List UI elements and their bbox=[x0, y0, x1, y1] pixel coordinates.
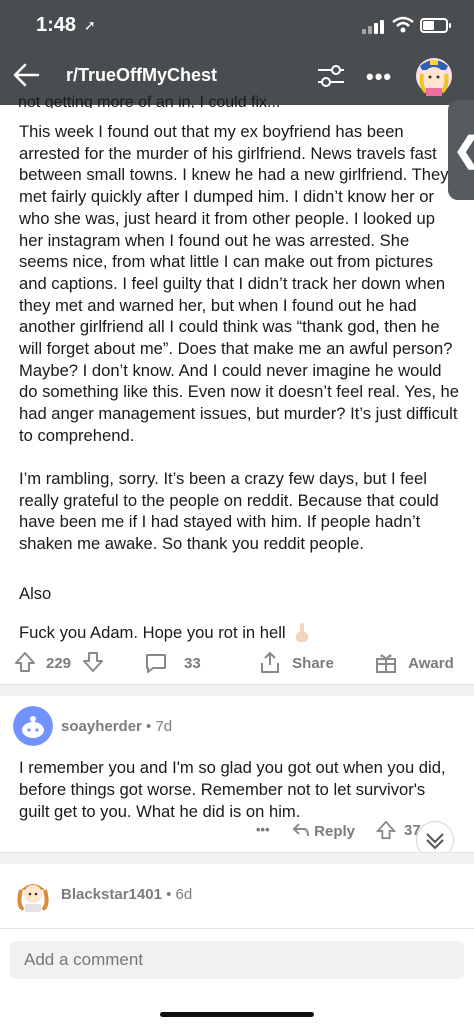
post-body: This week I found out that my ex boyfrie… bbox=[19, 121, 459, 447]
username-text: soayherder bbox=[61, 718, 142, 735]
more-icon[interactable]: ••• bbox=[366, 64, 392, 90]
comment-composer: Add a comment bbox=[0, 928, 474, 1025]
location-icon: ➚ bbox=[84, 17, 96, 33]
upvote-icon bbox=[15, 652, 35, 672]
comment-age: 7d bbox=[155, 718, 173, 735]
downvote-icon bbox=[83, 652, 103, 672]
award-label: Award bbox=[408, 654, 454, 672]
comment-age: 6d bbox=[175, 886, 193, 903]
comment-username[interactable]: soayherder • 7d bbox=[61, 718, 172, 735]
reply-button[interactable]: Reply bbox=[292, 822, 355, 840]
user-avatar[interactable] bbox=[414, 52, 454, 96]
share-button[interactable]: Share bbox=[258, 651, 334, 675]
commenter-avatar[interactable] bbox=[13, 874, 53, 914]
post-paragraph: I’m rambling, sorry. It’s been a crazy f… bbox=[19, 469, 439, 554]
comment-count: 33 bbox=[184, 655, 201, 672]
post-paragraph-last: Fuck you Adam. Hope you rot in hell bbox=[19, 622, 310, 644]
wifi-icon bbox=[392, 16, 414, 33]
battery-icon bbox=[420, 18, 451, 33]
filter-icon[interactable] bbox=[316, 62, 346, 90]
cut-off-text: not getting more of an in, I could fix..… bbox=[18, 94, 281, 108]
username-text: Blackstar1401 bbox=[61, 886, 162, 903]
upvote-button[interactable] bbox=[14, 651, 36, 673]
share-label: Share bbox=[292, 654, 334, 672]
comment-text: I remember you and I'm so glad you got o… bbox=[19, 758, 446, 821]
downvote-button[interactable] bbox=[82, 651, 104, 673]
status-time: 1:48 bbox=[36, 14, 77, 36]
comment-more-icon[interactable]: ••• bbox=[256, 822, 270, 837]
post-paragraph-text: Fuck you Adam. Hope you rot in hell bbox=[19, 623, 286, 642]
add-comment-input[interactable]: Add a comment bbox=[10, 941, 464, 979]
award-icon bbox=[376, 654, 396, 673]
back-arrow-icon[interactable] bbox=[10, 58, 44, 92]
subreddit-title[interactable]: r/TrueOffMyChest bbox=[66, 65, 217, 86]
award-button[interactable]: Award bbox=[374, 651, 454, 675]
divider bbox=[0, 684, 474, 696]
signal-icon bbox=[362, 20, 384, 34]
middle-finger-emoji bbox=[296, 623, 309, 642]
comment-upvote-icon bbox=[375, 820, 397, 840]
divider bbox=[0, 852, 474, 864]
share-icon bbox=[261, 652, 279, 673]
top-bar: 1:48 ➚ r/TrueOffMyChest ••• bbox=[0, 0, 474, 105]
comment-username[interactable]: Blackstar1401 • 6d bbox=[61, 886, 192, 903]
home-indicator bbox=[160, 1012, 314, 1017]
status-bar: 1:48 ➚ bbox=[0, 12, 474, 42]
comments-button[interactable] bbox=[144, 651, 168, 675]
post-paragraph: This week I found out that my ex boyfrie… bbox=[19, 122, 460, 445]
comment-upvote-button[interactable] bbox=[375, 820, 397, 844]
reply-icon bbox=[292, 823, 309, 837]
commenter-avatar[interactable] bbox=[13, 706, 53, 746]
comment-icon bbox=[146, 654, 166, 673]
reply-label: Reply bbox=[314, 823, 356, 840]
comment-action-bar: ••• Reply 37 bbox=[0, 820, 474, 844]
vote-count: 229 bbox=[46, 655, 72, 672]
post-action-bar: 229 33 Share Award bbox=[0, 645, 474, 681]
post-paragraph: Also bbox=[19, 584, 52, 603]
